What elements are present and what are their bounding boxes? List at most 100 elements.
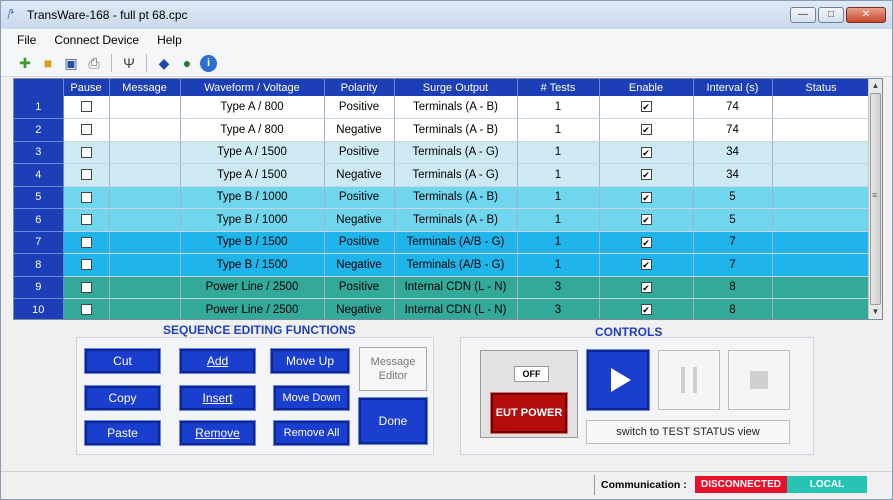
col-header-message[interactable]: Message bbox=[109, 79, 181, 96]
table-row[interactable]: 4 Type A / 1500 Negative Terminals (A - G) 1… bbox=[14, 163, 871, 187]
row-number[interactable]: 6 bbox=[14, 208, 64, 232]
message-cell[interactable] bbox=[109, 186, 181, 209]
interval-cell[interactable]: 34 bbox=[693, 141, 773, 164]
waveform-cell[interactable]: Type B / 1000 bbox=[180, 186, 325, 209]
polarity-cell[interactable]: Negative bbox=[324, 298, 395, 319]
info-icon[interactable]: i bbox=[200, 54, 217, 72]
surge-output-cell[interactable]: Terminals (A - G) bbox=[394, 141, 518, 164]
tests-cell[interactable]: 1 bbox=[517, 96, 600, 119]
message-cell[interactable] bbox=[109, 208, 181, 232]
menu-help[interactable]: Help bbox=[157, 33, 182, 47]
table-row[interactable]: 10 Power Line / 2500 Negative Internal CDN … bbox=[14, 298, 871, 319]
tests-cell[interactable]: 3 bbox=[517, 276, 600, 299]
enable-checkbox[interactable]: ✔ bbox=[640, 191, 652, 203]
enable-checkbox[interactable]: ✔ bbox=[640, 169, 652, 181]
row-number[interactable]: 2 bbox=[14, 118, 64, 142]
row-number[interactable]: 9 bbox=[14, 276, 64, 299]
table-row[interactable]: 6 Type B / 1000 Negative Terminals (A - B) 1… bbox=[14, 208, 871, 232]
menu-file[interactable]: File bbox=[17, 33, 36, 47]
enable-checkbox[interactable]: ✔ bbox=[640, 214, 652, 226]
surge-output-cell[interactable]: Internal CDN (L - N) bbox=[394, 298, 518, 319]
pause-checkbox[interactable] bbox=[80, 304, 92, 316]
table-row[interactable]: 7 Type B / 1500 Positive Terminals (A/B - G… bbox=[14, 231, 871, 254]
polarity-cell[interactable]: Positive bbox=[324, 141, 395, 164]
interval-cell[interactable]: 5 bbox=[693, 186, 773, 209]
copy-button[interactable]: Copy bbox=[84, 385, 161, 411]
maximize-button[interactable]: □ bbox=[818, 7, 844, 23]
message-cell[interactable] bbox=[109, 231, 181, 254]
polarity-cell[interactable]: Positive bbox=[324, 186, 395, 209]
waveform-cell[interactable]: Type A / 800 bbox=[180, 118, 325, 142]
tests-cell[interactable]: 1 bbox=[517, 141, 600, 164]
print-icon[interactable]: ⎙ bbox=[84, 53, 104, 73]
row-number[interactable]: 4 bbox=[14, 163, 64, 187]
polarity-cell[interactable]: Negative bbox=[324, 208, 395, 232]
interval-cell[interactable]: 5 bbox=[693, 208, 773, 232]
tests-cell[interactable]: 1 bbox=[517, 186, 600, 209]
polarity-cell[interactable]: Positive bbox=[324, 231, 395, 254]
cut-button[interactable]: Cut bbox=[84, 348, 161, 374]
usb-icon[interactable]: Ψ bbox=[119, 53, 139, 73]
help-book-icon[interactable]: ◆ bbox=[154, 53, 174, 73]
pause-checkbox[interactable] bbox=[80, 259, 92, 271]
message-cell[interactable] bbox=[109, 118, 181, 142]
remove-all-button[interactable]: Remove All bbox=[273, 420, 350, 446]
pause-checkbox[interactable] bbox=[80, 236, 92, 248]
start-button[interactable] bbox=[586, 349, 650, 411]
tests-cell[interactable]: 3 bbox=[517, 298, 600, 319]
message-cell[interactable] bbox=[109, 96, 181, 119]
save-icon[interactable]: ▣ bbox=[61, 53, 81, 73]
enable-checkbox[interactable]: ✔ bbox=[640, 304, 652, 316]
interval-cell[interactable]: 34 bbox=[693, 163, 773, 187]
surge-output-cell[interactable]: Terminals (A - B) bbox=[394, 118, 518, 142]
interval-cell[interactable]: 7 bbox=[693, 231, 773, 254]
row-number[interactable]: 10 bbox=[14, 298, 64, 319]
pause-checkbox[interactable] bbox=[80, 124, 92, 136]
minimize-button[interactable]: — bbox=[790, 7, 816, 23]
stop-button[interactable] bbox=[728, 350, 790, 410]
waveform-cell[interactable]: Type A / 800 bbox=[180, 96, 325, 119]
tests-cell[interactable]: 1 bbox=[517, 253, 600, 277]
polarity-cell[interactable]: Negative bbox=[324, 163, 395, 187]
enable-checkbox[interactable]: ✔ bbox=[640, 146, 652, 158]
pause-checkbox[interactable] bbox=[80, 214, 92, 226]
surge-output-cell[interactable]: Internal CDN (L - N) bbox=[394, 276, 518, 299]
message-cell[interactable] bbox=[109, 276, 181, 299]
message-cell[interactable] bbox=[109, 141, 181, 164]
table-row[interactable]: 3 Type A / 1500 Positive Terminals (A - G) 1… bbox=[14, 141, 871, 164]
col-header-surge-output[interactable]: Surge Output bbox=[394, 79, 518, 96]
waveform-cell[interactable]: Type A / 1500 bbox=[180, 163, 325, 187]
surge-output-cell[interactable]: Terminals (A - B) bbox=[394, 96, 518, 119]
waveform-cell[interactable]: Type B / 1000 bbox=[180, 208, 325, 232]
message-cell[interactable] bbox=[109, 298, 181, 319]
waveform-cell[interactable]: Power Line / 2500 bbox=[180, 298, 325, 319]
enable-checkbox[interactable]: ✔ bbox=[640, 101, 652, 113]
pause-checkbox[interactable] bbox=[80, 281, 92, 293]
scroll-thumb[interactable] bbox=[870, 93, 881, 305]
tests-cell[interactable]: 1 bbox=[517, 231, 600, 254]
tests-cell[interactable]: 1 bbox=[517, 118, 600, 142]
col-header-status[interactable]: Status bbox=[772, 79, 871, 96]
surge-output-cell[interactable]: Terminals (A - B) bbox=[394, 186, 518, 209]
surge-output-cell[interactable]: Terminals (A/B - G) bbox=[394, 231, 518, 254]
paste-button[interactable]: Paste bbox=[84, 420, 161, 446]
surge-output-cell[interactable]: Terminals (A/B - G) bbox=[394, 253, 518, 277]
eut-power-button[interactable]: EUT POWER bbox=[490, 392, 568, 434]
menu-connect-device[interactable]: Connect Device bbox=[54, 33, 139, 47]
col-header-interval[interactable]: Interval (s) bbox=[693, 79, 773, 96]
interval-cell[interactable]: 74 bbox=[693, 118, 773, 142]
pause-checkbox[interactable] bbox=[80, 191, 92, 203]
waveform-cell[interactable]: Power Line / 2500 bbox=[180, 276, 325, 299]
table-row[interactable]: 2 Type A / 800 Negative Terminals (A - B) 1 ✔… bbox=[14, 118, 871, 142]
scroll-up-icon[interactable]: ▲ bbox=[869, 79, 882, 93]
remove-button[interactable]: Remove bbox=[179, 420, 256, 446]
enable-checkbox[interactable]: ✔ bbox=[640, 124, 652, 136]
surge-output-cell[interactable]: Terminals (A - B) bbox=[394, 208, 518, 232]
scroll-down-icon[interactable]: ▼ bbox=[869, 305, 882, 319]
message-cell[interactable] bbox=[109, 253, 181, 277]
polarity-cell[interactable]: Negative bbox=[324, 253, 395, 277]
new-icon[interactable]: ✚ bbox=[15, 53, 35, 73]
message-editor-button[interactable]: Message Editor bbox=[359, 347, 427, 391]
waveform-cell[interactable]: Type A / 1500 bbox=[180, 141, 325, 164]
pause-checkbox[interactable] bbox=[80, 101, 92, 113]
